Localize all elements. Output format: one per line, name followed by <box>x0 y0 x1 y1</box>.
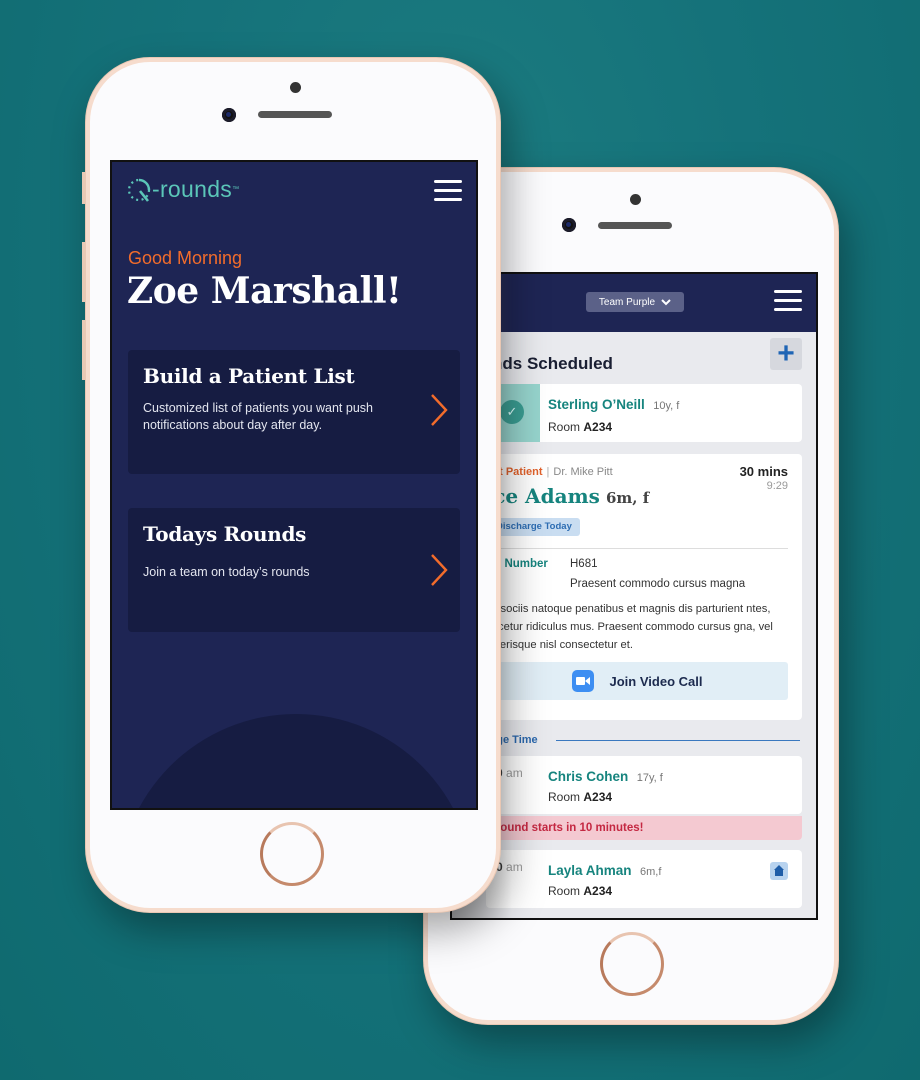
patient-card-completed[interactable]: ✓ Sterling O’Neill 10y, f Room A234 <box>486 384 802 442</box>
chevron-right-icon <box>431 554 448 586</box>
home-button[interactable] <box>260 822 324 886</box>
card-description: Join a team on today’s rounds <box>143 565 310 579</box>
current-patient-card: rent Patient | Dr. Mike Pitt 30 mins 9:29 … <box>478 454 802 720</box>
patient-meta: 17y, f <box>636 772 663 784</box>
room-number: A234 <box>583 884 613 898</box>
doctor-name: Dr. Mike Pitt <box>553 466 613 478</box>
volume-up <box>82 242 86 302</box>
divider <box>486 548 788 549</box>
slot-ampm: am <box>506 860 523 874</box>
home-icon[interactable] <box>770 862 788 880</box>
app-header: Team Purple <box>452 274 816 332</box>
menu-icon[interactable] <box>774 290 802 312</box>
trademark: ™ <box>232 186 240 193</box>
menu-icon[interactable] <box>434 180 462 202</box>
patient-name: Layla Ahman <box>548 863 632 878</box>
card-title: Build a Patient List <box>143 364 355 388</box>
app-logo: -rounds ™ <box>126 176 239 203</box>
join-video-call-button[interactable]: Join Video Call <box>486 662 788 700</box>
proximity-sensor <box>290 82 301 93</box>
decorative-arc <box>118 714 474 808</box>
todays-rounds-card[interactable]: Todays Rounds Join a team on today’s rou… <box>128 508 460 632</box>
logo-mark-icon <box>127 178 151 202</box>
room-label: Room <box>548 420 581 434</box>
user-name: Zoe Marshall! <box>127 270 402 312</box>
build-patient-list-card[interactable]: Build a Patient List Customized list of … <box>128 350 460 474</box>
front-camera <box>562 218 576 232</box>
patient-meta: 10y, f <box>653 400 680 412</box>
room-label: Room <box>548 884 581 898</box>
round-duration: 30 mins <box>739 464 788 479</box>
home-button[interactable] <box>600 932 664 996</box>
section-title: nds Scheduled <box>492 354 613 373</box>
slot-ampm: am <box>506 766 523 780</box>
field-value: Praesent commodo cursus magna <box>570 578 746 590</box>
rounds-screen: Team Purple nds Scheduled + ✓ Sterling O… <box>450 272 818 920</box>
check-icon: ✓ <box>500 400 524 424</box>
discharge-badge: Discharge Today <box>486 518 580 536</box>
plus-icon: + <box>777 337 795 370</box>
home-screen: -rounds ™ Good Morning Zoe Marshall! Buil… <box>110 160 478 810</box>
earpiece-speaker <box>258 111 332 118</box>
room-label: Room <box>548 790 581 804</box>
patient-name: Sterling O’Neill <box>548 397 645 412</box>
chevron-down-icon <box>661 298 671 305</box>
card-title: Todays Rounds <box>143 522 307 546</box>
team-selector[interactable]: Team Purple <box>586 292 684 312</box>
patient-notes: sus sociis natoque penatibus et magnis d… <box>480 603 773 651</box>
patient-name: Chris Cohen <box>548 769 629 784</box>
current-patient-meta: 6m, f <box>605 489 650 507</box>
team-selector-label: Team Purple <box>598 296 656 308</box>
schedule-slot[interactable]: 0 am Chris Cohen 17y, f Room A234 <box>486 756 802 814</box>
add-round-button[interactable]: + <box>770 338 802 370</box>
field-value: H681 <box>570 558 598 570</box>
phone-left: -rounds ™ Good Morning Zoe Marshall! Buil… <box>82 58 500 912</box>
round-time: 9:29 <box>766 480 788 492</box>
chevron-right-icon <box>431 394 448 426</box>
join-video-call-label: Join Video Call <box>609 673 703 689</box>
patient-meta: 6m,f <box>639 866 662 878</box>
earpiece-speaker <box>598 222 672 229</box>
discharge-time-divider <box>556 740 800 741</box>
video-camera-icon <box>571 670 594 692</box>
front-camera <box>222 108 236 122</box>
room-number: A234 <box>583 420 613 434</box>
mute-switch <box>82 172 86 204</box>
proximity-sensor <box>630 194 641 205</box>
room-number: A234 <box>583 790 613 804</box>
schedule-slot[interactable]: 0 am Layla Ahman 6m,f Room A234 <box>486 850 802 908</box>
volume-down <box>82 320 86 380</box>
greeting: Good Morning <box>128 248 243 268</box>
round-alert: Round starts in 10 minutes! <box>486 816 802 840</box>
card-description: Customized list of patients you want pus… <box>143 401 373 432</box>
logo-text: -rounds <box>152 176 233 202</box>
